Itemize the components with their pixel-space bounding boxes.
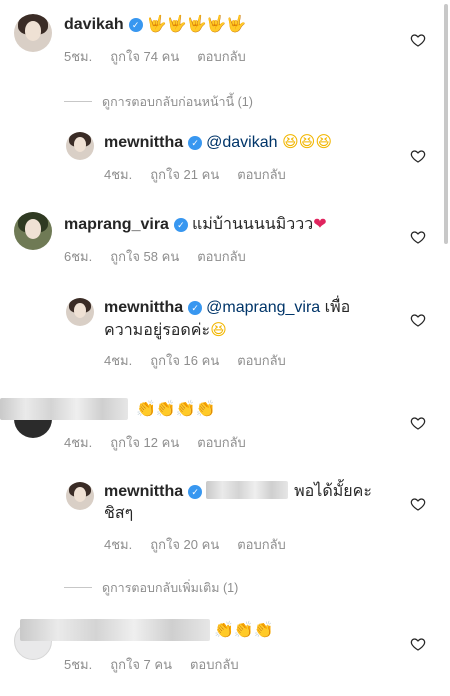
comment-body: 👏👏👏: [214, 620, 274, 639]
heart-outline-icon[interactable]: [410, 415, 426, 431]
comment-text: 👏👏👏👏: [136, 398, 216, 421]
heart-outline-icon[interactable]: [410, 312, 426, 328]
avatar[interactable]: [66, 298, 94, 326]
scrollbar[interactable]: [444, 4, 448, 244]
reply-button[interactable]: ตอบกลับ: [237, 537, 286, 552]
verified-badge-icon: ✓: [173, 218, 188, 232]
username[interactable]: davikah: [64, 16, 124, 33]
avatar[interactable]: [66, 132, 94, 160]
avatar[interactable]: [66, 482, 94, 510]
comment-meta: 4ชม. ถูกใจ 16 คน ตอบกลับ: [104, 350, 286, 371]
verified-badge-icon: ✓: [188, 136, 203, 150]
comment-body: ชิสๆ: [104, 505, 134, 522]
likes-count[interactable]: ถูกใจ 58 คน: [110, 249, 179, 264]
blurred-mention: [206, 481, 289, 499]
laugh-emoji-icon: 😆: [210, 320, 227, 339]
likes-count[interactable]: ถูกใจ 7 คน: [110, 657, 172, 672]
comment-meta: 4ชม. ถูกใจ 21 คน ตอบกลับ: [104, 164, 286, 185]
timestamp: 4ชม.: [104, 353, 133, 368]
comment-meta: 4ชม. ถูกใจ 12 คน ตอบกลับ: [64, 432, 246, 453]
heart-outline-icon[interactable]: [410, 496, 426, 512]
timestamp: 5ชม.: [64, 657, 93, 672]
comment-body: 👏👏👏👏: [136, 399, 216, 418]
timestamp: 4ชม.: [104, 167, 133, 182]
comment-text: 👏👏👏: [214, 619, 274, 642]
mention-link[interactable]: @davikah: [206, 134, 277, 151]
comment-meta: 4ชม. ถูกใจ 20 คน ตอบกลับ: [104, 534, 286, 555]
comment-body: พอได้มั้ยคะ: [294, 483, 372, 500]
heart-outline-icon[interactable]: [410, 229, 426, 245]
comment-text-line2: ความอยู่รอดค่ะ😆: [104, 319, 227, 342]
likes-count[interactable]: ถูกใจ 16 คน: [150, 353, 219, 368]
comment-body: 🤟🤟🤟🤟🤟: [146, 14, 247, 33]
verified-badge-icon: ✓: [128, 18, 143, 32]
comment-body: แม่บ้านนนนมิววว: [191, 216, 314, 233]
comment-text-line2: ชิสๆ: [104, 503, 133, 525]
timestamp: 4ชม.: [64, 435, 93, 450]
reply-button[interactable]: ตอบกลับ: [237, 167, 286, 182]
red-heart-icon: ❤: [313, 214, 327, 233]
likes-count[interactable]: ถูกใจ 20 คน: [150, 537, 219, 552]
username[interactable]: mewnittha: [104, 299, 183, 316]
comment-body: ความอยู่รอดค่ะ: [104, 322, 211, 339]
likes-count[interactable]: ถูกใจ 74 คน: [110, 49, 179, 64]
heart-outline-icon[interactable]: [410, 148, 426, 164]
verified-badge-icon: ✓: [188, 301, 203, 315]
mention-link[interactable]: @maprang_vira: [206, 299, 320, 316]
username[interactable]: mewnittha: [104, 134, 183, 151]
comment-text: maprang_vira ✓ แม่บ้านนนนมิววว❤: [64, 213, 327, 236]
reply-button[interactable]: ตอบกลับ: [197, 249, 246, 264]
comment-body: เพื่อ: [324, 299, 351, 316]
comment-text: mewnittha ✓ @davikah 😆😆😆: [104, 131, 332, 154]
timestamp: 5ชม.: [64, 49, 93, 64]
comment-body: 😆😆😆: [281, 132, 333, 151]
reply-button[interactable]: ตอบกลับ: [237, 353, 286, 368]
comment-text: mewnittha ✓ พอได้มั้ยคะ: [104, 481, 372, 503]
view-previous-replies-button[interactable]: ดูการตอบกลับก่อนหน้านี้ (1): [64, 92, 253, 112]
username[interactable]: maprang_vira: [64, 216, 169, 233]
comment-meta: 5ชม. ถูกใจ 74 คน ตอบกลับ: [64, 46, 246, 67]
reply-button[interactable]: ตอบกลับ: [197, 49, 246, 64]
timestamp: 6ชม.: [64, 249, 93, 264]
verified-badge-icon: ✓: [188, 485, 203, 499]
likes-count[interactable]: ถูกใจ 12 คน: [110, 435, 179, 450]
reply-button[interactable]: ตอบกลับ: [190, 657, 239, 672]
comment-meta: 6ชม. ถูกใจ 58 คน ตอบกลับ: [64, 246, 246, 267]
avatar[interactable]: [14, 14, 52, 52]
comment-meta: 5ชม. ถูกใจ 7 คน ตอบกลับ: [64, 654, 239, 675]
username[interactable]: mewnittha: [104, 483, 183, 500]
likes-count[interactable]: ถูกใจ 21 คน: [150, 167, 219, 182]
heart-outline-icon[interactable]: [410, 636, 426, 652]
comment-text: davikah ✓ 🤟🤟🤟🤟🤟: [64, 13, 246, 36]
timestamp: 4ชม.: [104, 537, 133, 552]
view-more-replies-button[interactable]: ดูการตอบกลับเพิ่มเติม (1): [64, 578, 238, 598]
blurred-username: [0, 398, 128, 420]
comment-text: mewnittha ✓ @maprang_vira เพื่อ: [104, 297, 350, 319]
avatar[interactable]: [14, 212, 52, 250]
reply-button[interactable]: ตอบกลับ: [197, 435, 246, 450]
blurred-username: [20, 619, 210, 641]
heart-outline-icon[interactable]: [410, 32, 426, 48]
